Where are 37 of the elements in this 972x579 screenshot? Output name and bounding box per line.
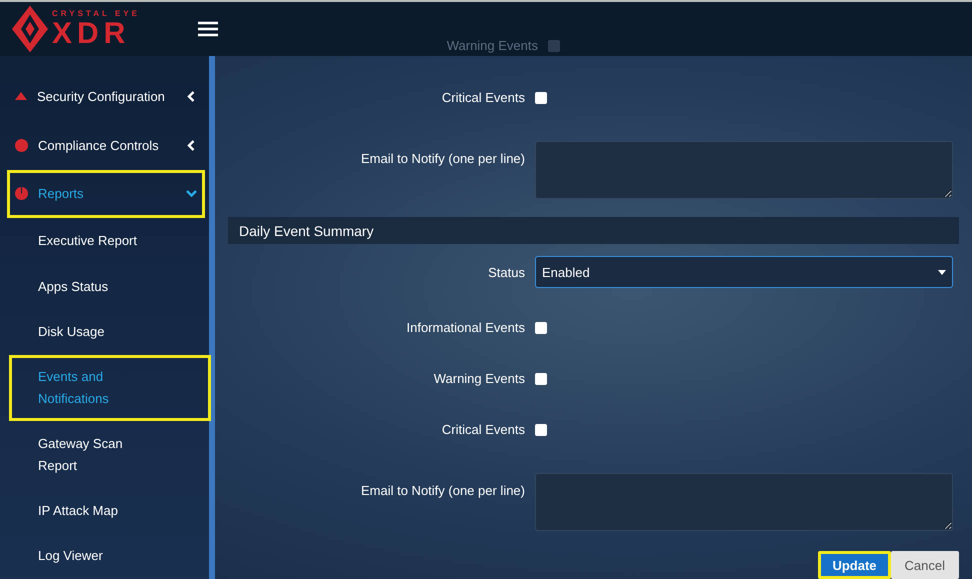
chevron-left-icon xyxy=(186,90,197,102)
sidebar-item[interactable]: Reports xyxy=(7,170,205,218)
logo-icon xyxy=(12,5,48,53)
triangle-icon xyxy=(15,92,27,100)
sidebar-item[interactable]: Security Configuration xyxy=(7,72,205,121)
caret-icon xyxy=(938,270,946,274)
field-label: Warning Events xyxy=(446,38,538,53)
sidebar-subitem[interactable]: Gateway Scan Report xyxy=(9,421,211,488)
checkbox[interactable] xyxy=(535,372,547,384)
checkbox[interactable] xyxy=(535,424,547,436)
field-label: Critical Events xyxy=(440,422,525,437)
chevron-down-icon xyxy=(186,188,197,200)
status-select[interactable]: Enabled xyxy=(535,256,953,288)
field-label: Critical Events xyxy=(440,90,525,105)
field-label: Informational Events xyxy=(405,320,525,335)
checkbox[interactable] xyxy=(535,92,547,104)
checkbox[interactable] xyxy=(548,40,560,52)
logo-wordmark: XDR xyxy=(52,19,132,49)
sidebar-subitem[interactable]: Log Viewer xyxy=(9,534,211,579)
sidebar-item[interactable]: Compliance Controls xyxy=(7,120,205,170)
chevron-left-icon xyxy=(186,140,197,151)
field-label: Email to Notify (one per line) xyxy=(360,482,525,498)
menu-icon[interactable] xyxy=(198,21,218,37)
field-label: Warning Events xyxy=(432,371,525,386)
field-label: Email to Notify (one per line) xyxy=(360,150,525,166)
section-title: Daily Event Summary xyxy=(239,222,374,238)
sidebar-subitem[interactable]: Apps Status xyxy=(9,264,211,310)
sidebar-subitem[interactable]: Executive Report xyxy=(9,218,211,264)
update-button[interactable]: Update xyxy=(818,551,891,579)
pie-chart-icon xyxy=(15,187,28,200)
sidebar-subitem[interactable]: Events and Notifications xyxy=(9,354,211,422)
field-label: Status xyxy=(487,264,525,280)
logo-tagline: CRYSTAL EYE xyxy=(52,9,140,19)
sidebar-subitem[interactable]: Disk Usage xyxy=(9,309,211,355)
cancel-button[interactable]: Cancel xyxy=(890,551,959,579)
checkbox[interactable] xyxy=(535,322,547,334)
sidebar-subitem[interactable]: IP Attack Map xyxy=(9,488,211,534)
